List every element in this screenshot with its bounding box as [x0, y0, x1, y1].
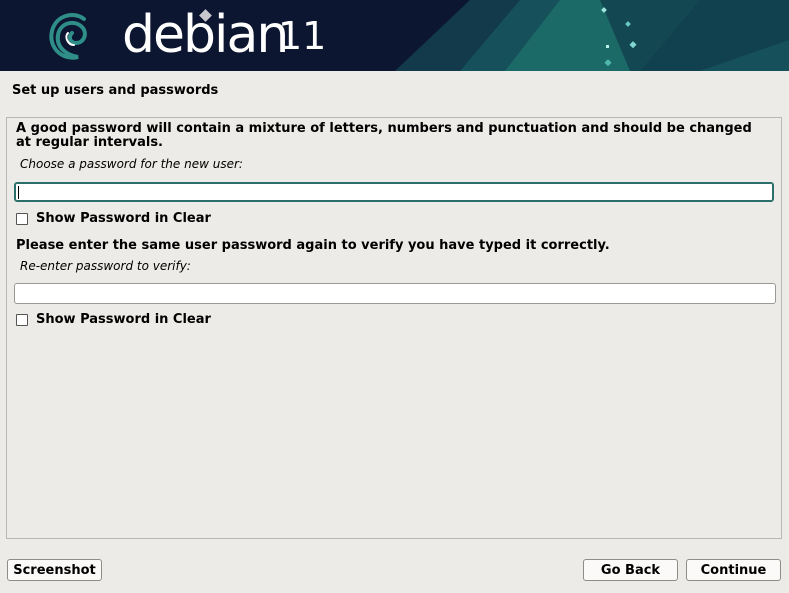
show-password-label: Show Password in Clear — [36, 211, 211, 226]
go-back-button[interactable]: Go Back — [583, 559, 678, 581]
debian-swirl-icon — [49, 13, 87, 60]
text-caret — [18, 186, 19, 199]
screenshot-button[interactable]: Screenshot — [7, 559, 102, 581]
verify-instruction: Please enter the same user password agai… — [16, 238, 610, 253]
header-banner: debian 11 — [0, 0, 789, 71]
show-password-checkbox[interactable]: Show Password in Clear — [16, 211, 211, 226]
brand-version: 11 — [278, 14, 327, 58]
checkbox-box-2[interactable] — [16, 313, 28, 326]
page-title: Set up users and passwords — [12, 83, 219, 98]
verify-password-input[interactable] — [14, 283, 776, 304]
continue-button[interactable]: Continue — [686, 559, 781, 581]
intro-text: A good password will contain a mixture o… — [16, 121, 752, 150]
checkbox-box[interactable] — [16, 212, 28, 225]
content-panel — [6, 117, 782, 539]
show-password-checkbox-2[interactable]: Show Password in Clear — [16, 312, 211, 327]
password-prompt: Choose a password for the new user: — [20, 157, 243, 171]
verify-prompt: Re-enter password to verify: — [20, 259, 191, 273]
password-input[interactable] — [14, 182, 774, 202]
show-password-label-2: Show Password in Clear — [36, 312, 211, 327]
banner-background — [395, 0, 789, 71]
